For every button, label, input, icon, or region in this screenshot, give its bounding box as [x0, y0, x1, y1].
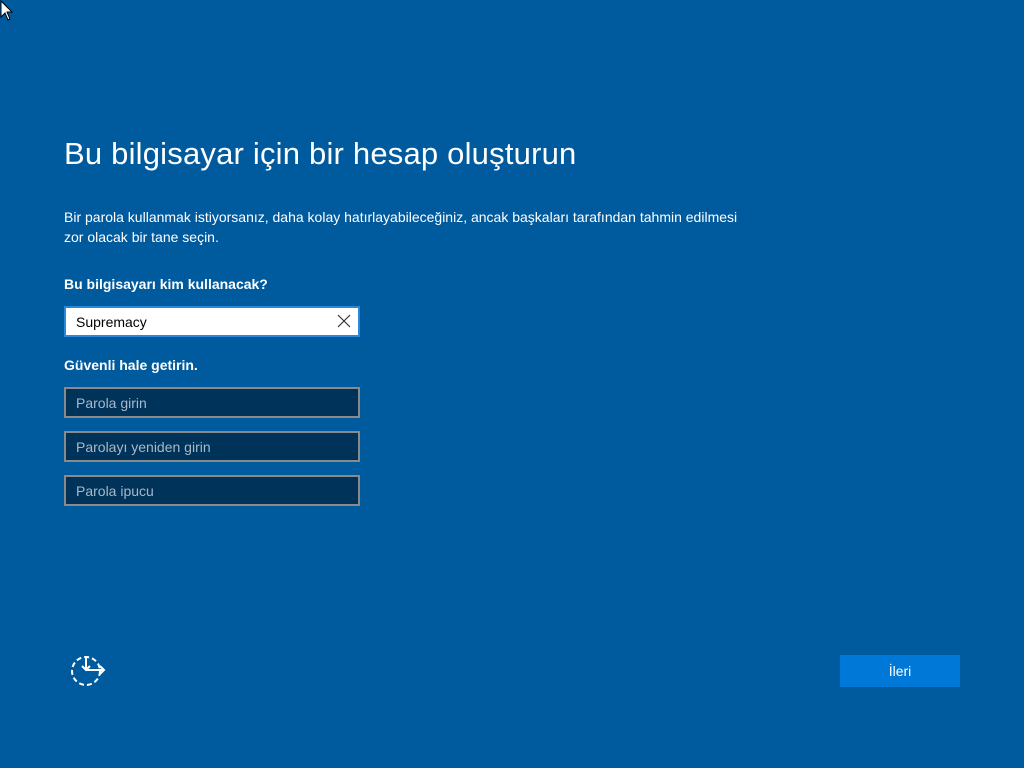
- next-button[interactable]: İleri: [840, 655, 960, 687]
- page-description: Bir parola kullanmak istiyorsanız, daha …: [64, 209, 738, 245]
- password-confirm-input[interactable]: [76, 433, 346, 460]
- password-input[interactable]: [76, 389, 346, 416]
- password-confirm-field[interactable]: [64, 431, 360, 462]
- username-input[interactable]: [76, 308, 326, 335]
- password-hint-input[interactable]: [76, 477, 346, 504]
- username-question-label: Bu bilgisayarı kim kullanacak?: [64, 276, 268, 292]
- password-field[interactable]: [64, 387, 360, 418]
- secure-section-label: Güvenli hale getirin.: [64, 357, 198, 373]
- ease-of-access-icon[interactable]: [68, 654, 108, 688]
- mouse-cursor-icon: [0, 0, 14, 21]
- password-hint-field[interactable]: [64, 475, 360, 506]
- username-field[interactable]: [64, 306, 360, 337]
- page-title: Bu bilgisayar için bir hesap oluşturun: [64, 136, 577, 171]
- close-icon[interactable]: [336, 313, 352, 329]
